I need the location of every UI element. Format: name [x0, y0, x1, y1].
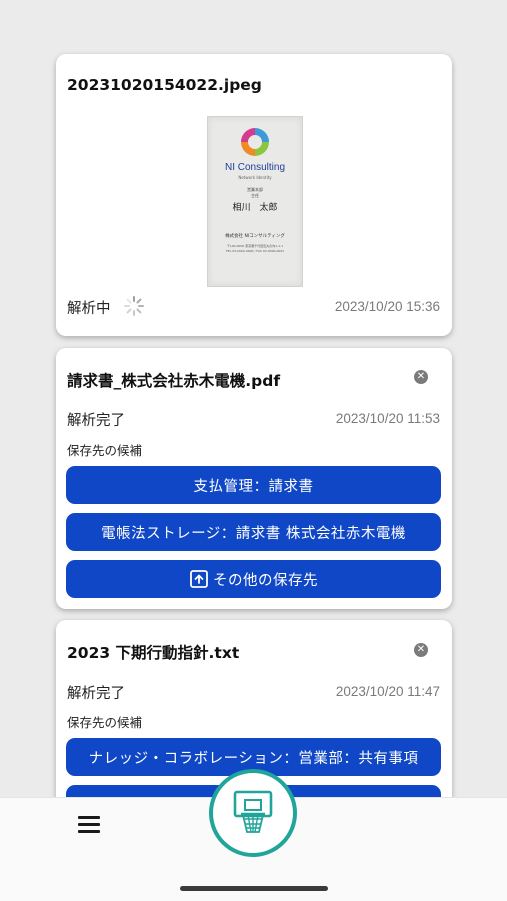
business-card-thumbnail[interactable]: NI Consulting Network Identity 営業本部 主任 相…	[207, 116, 303, 287]
file-name: 2023 下期行動指針.txt	[67, 644, 240, 662]
business-card-address1: 〒100-0000 東京都千代田区丸の内1-1-1	[226, 244, 284, 248]
company-logo-icon	[241, 128, 269, 156]
destination-button-storage[interactable]: 電帳法ストレージ：請求書 株式会社赤木電機	[66, 513, 441, 551]
file-name: 20231020154022.jpeg	[67, 76, 262, 94]
other-destination-button[interactable]: その他の保存先	[66, 560, 441, 598]
analysis-status: 解析中	[67, 301, 111, 317]
other-destination-label: その他の保存先	[213, 572, 318, 589]
analysis-status: 解析完了	[67, 686, 125, 702]
upload-date: 2023/10/20 15:36	[334, 299, 440, 314]
file-card-invoice[interactable]: 請求書_株式会社赤木電機.pdf ✕ 解析完了 2023/10/20 11:53…	[56, 348, 452, 609]
destination-candidates-label: 保存先の候補	[67, 715, 143, 730]
spinner-icon	[124, 296, 144, 316]
close-icon[interactable]: ✕	[414, 643, 428, 657]
business-card-org: 株式会社 NIコンサルティング	[225, 234, 285, 239]
business-card-title2: 主任	[251, 193, 259, 198]
upload-box-icon	[190, 570, 208, 588]
close-icon[interactable]: ✕	[414, 370, 428, 384]
upload-hoop-button[interactable]	[209, 769, 297, 857]
home-indicator	[180, 886, 328, 891]
basketball-hoop-icon	[233, 790, 273, 833]
business-card-company: NI Consulting	[224, 162, 286, 173]
file-name: 請求書_株式会社赤木電機.pdf	[67, 372, 281, 390]
menu-icon[interactable]	[78, 816, 100, 834]
destination-button-payment[interactable]: 支払管理：請求書	[66, 466, 441, 504]
destination-candidates-label: 保存先の候補	[67, 443, 143, 458]
business-card-name: 相川 太郎	[232, 203, 278, 213]
file-card-image[interactable]: 20231020154022.jpeg NI Consulting Networ…	[56, 54, 452, 336]
analysis-status: 解析完了	[67, 413, 125, 429]
upload-date: 2023/10/20 11:47	[335, 684, 440, 699]
business-card-tagline: Network Identity	[238, 175, 272, 180]
upload-date: 2023/10/20 11:53	[335, 411, 440, 426]
business-card-address2: TEL 03-0000-0000 / FAX 03-0000-0001	[225, 249, 285, 253]
